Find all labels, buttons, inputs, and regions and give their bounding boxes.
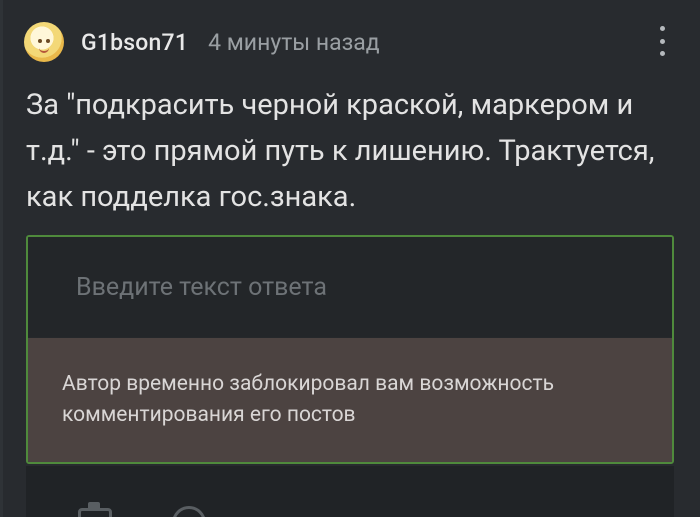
username[interactable]: G1bson71 — [81, 29, 188, 56]
thread-rail — [0, 0, 3, 517]
blocked-notice: Автор временно заблокировал вам возможно… — [28, 338, 672, 462]
comment-timestamp: 4 минуты назад — [208, 28, 380, 56]
avatar-mouth — [39, 47, 49, 53]
more-vertical-icon-dot — [659, 51, 665, 56]
reply-input[interactable] — [28, 237, 672, 337]
reply-box: Автор временно заблокировал вам возможно… — [26, 235, 674, 464]
camera-icon[interactable] — [78, 502, 112, 517]
more-vertical-icon-dot — [659, 38, 665, 44]
reply-toolbar — [26, 466, 674, 517]
avatar[interactable] — [24, 22, 64, 62]
more-vertical-icon-dot — [659, 26, 665, 31]
help-circle-icon[interactable] — [172, 506, 206, 517]
more-options-button[interactable] — [650, 26, 674, 56]
comment-text: За "подкрасить черной краской, маркером … — [26, 88, 655, 214]
comment-header: G1bson71 4 минуты назад — [24, 20, 684, 64]
